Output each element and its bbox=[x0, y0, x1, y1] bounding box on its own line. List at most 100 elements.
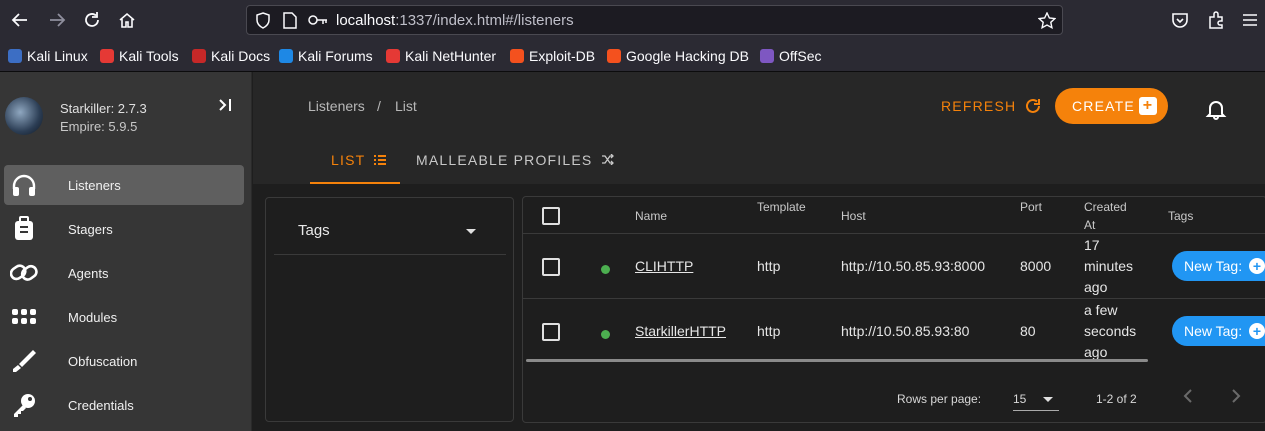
column-header-created-at[interactable]: Created At bbox=[1084, 198, 1134, 234]
bookmark-google-hacking-db[interactable]: Google Hacking DB bbox=[607, 48, 749, 64]
page-header: Listeners / List REFRESH CREATE + LIST M… bbox=[253, 72, 1265, 184]
listener-created-at: 17 minutes ago bbox=[1084, 237, 1134, 295]
table-row[interactable]: CLIHTTP http http://10.50.85.93:8000 800… bbox=[523, 233, 1265, 298]
bookmark-star-icon[interactable] bbox=[1037, 11, 1057, 34]
page-icon bbox=[283, 12, 297, 34]
sidebar: Starkiller: 2.7.3 Empire: 5.9.5 Listener… bbox=[0, 72, 252, 431]
listener-port: 80 bbox=[1020, 323, 1036, 339]
new-tag-button[interactable]: New Tag: + bbox=[1172, 251, 1265, 281]
tags-select[interactable]: Tags bbox=[274, 198, 506, 255]
caret-down-icon bbox=[1043, 397, 1053, 402]
plus-circle-icon: + bbox=[1249, 258, 1265, 274]
sidebar-item-credentials[interactable]: Credentials bbox=[4, 385, 244, 425]
luggage-icon bbox=[10, 215, 38, 243]
plus-box-icon: + bbox=[1139, 97, 1157, 115]
refresh-button[interactable]: REFRESH bbox=[941, 97, 1042, 115]
sidebar-item-modules[interactable]: Modules bbox=[4, 297, 244, 337]
main-content: Listeners / List REFRESH CREATE + LIST M… bbox=[253, 72, 1265, 431]
google-hacking-db-icon bbox=[607, 49, 621, 63]
row-checkbox[interactable] bbox=[542, 258, 560, 276]
table-row[interactable]: StarkillerHTTP http http://10.50.85.93:8… bbox=[523, 298, 1265, 363]
bookmark-kali-forums[interactable]: Kali Forums bbox=[279, 48, 373, 64]
sidebar-item-label: Obfuscation bbox=[68, 353, 138, 369]
extensions-icon[interactable] bbox=[1204, 8, 1228, 32]
url-text[interactable]: localhost:1337/index.html#/listeners bbox=[336, 12, 574, 29]
tab-list[interactable]: LIST bbox=[331, 152, 387, 168]
bookmark-exploit-db[interactable]: Exploit-DB bbox=[510, 48, 595, 64]
listener-name-link[interactable]: CLIHTTP bbox=[635, 256, 693, 277]
bookmarks-bar: Kali Linux Kali Tools Kali Docs Kali For… bbox=[0, 40, 1265, 72]
shuffle-icon bbox=[601, 152, 614, 168]
app-name: Starkiller: 2.7.3 bbox=[60, 101, 147, 116]
key-permission-icon[interactable] bbox=[308, 13, 328, 32]
horizontal-scrollbar[interactable] bbox=[526, 359, 1148, 362]
bookmark-kali-tools[interactable]: Kali Tools bbox=[100, 48, 179, 64]
back-arrow-icon[interactable] bbox=[8, 8, 32, 32]
notifications-bell-icon[interactable] bbox=[1205, 98, 1227, 125]
headphones-icon bbox=[10, 171, 38, 199]
avatar bbox=[5, 97, 43, 135]
breadcrumb-separator: / bbox=[377, 98, 381, 114]
rows-per-page-label: Rows per page: bbox=[897, 392, 982, 406]
sidebar-item-obfuscation[interactable]: Obfuscation bbox=[4, 341, 244, 381]
url-bar[interactable]: localhost:1337/index.html#/listeners bbox=[246, 5, 1063, 35]
column-header-template[interactable]: Template bbox=[757, 198, 806, 216]
menu-icon[interactable] bbox=[1238, 8, 1262, 32]
plus-circle-icon: + bbox=[1249, 323, 1265, 339]
column-header-port[interactable]: Port bbox=[1020, 198, 1042, 216]
create-button[interactable]: CREATE + bbox=[1055, 88, 1168, 124]
listener-host: http://10.50.85.93:8000 bbox=[841, 258, 986, 274]
tab-malleable-profiles[interactable]: MALLEABLE PROFILES bbox=[416, 152, 614, 168]
new-tag-button[interactable]: New Tag: + bbox=[1172, 316, 1265, 346]
next-page-icon[interactable] bbox=[1229, 387, 1243, 410]
link-icon bbox=[10, 259, 38, 287]
listeners-table: Name Template Host Port Created At Tags … bbox=[522, 196, 1265, 423]
brush-icon bbox=[10, 347, 38, 375]
bookmark-kali-nethunter[interactable]: Kali NetHunter bbox=[386, 48, 496, 64]
sidebar-item-label: Credentials bbox=[68, 397, 134, 413]
column-header-name[interactable]: Name bbox=[635, 207, 667, 225]
offsec-icon bbox=[760, 49, 774, 63]
reload-icon[interactable] bbox=[80, 8, 104, 32]
breadcrumb-list: List bbox=[395, 98, 417, 114]
active-tab-indicator bbox=[310, 182, 400, 184]
page-range: 1-2 of 2 bbox=[1096, 392, 1137, 406]
bookmark-kali-linux[interactable]: Kali Linux bbox=[8, 48, 88, 64]
home-icon[interactable] bbox=[115, 8, 139, 32]
kali-nethunter-icon bbox=[386, 49, 400, 63]
sidebar-item-listeners[interactable]: Listeners bbox=[4, 165, 244, 205]
sidebar-item-label: Agents bbox=[68, 265, 109, 281]
pocket-icon[interactable] bbox=[1168, 8, 1192, 32]
exploit-db-icon bbox=[510, 49, 524, 63]
listener-template: http bbox=[757, 258, 781, 274]
kali-docs-icon bbox=[192, 49, 206, 63]
empire-version: Empire: 5.9.5 bbox=[60, 119, 138, 134]
refresh-icon bbox=[1024, 97, 1042, 115]
tags-label: Tags bbox=[298, 222, 330, 239]
bookmark-offsec[interactable]: OffSec bbox=[760, 48, 822, 64]
sidebar-item-agents[interactable]: Agents bbox=[4, 253, 244, 293]
sidebar-item-label: Listeners bbox=[68, 177, 121, 193]
breadcrumb-listeners[interactable]: Listeners bbox=[308, 98, 365, 114]
create-label: CREATE bbox=[1072, 98, 1135, 114]
forward-arrow-icon[interactable] bbox=[45, 8, 69, 32]
collapse-sidebar-icon[interactable] bbox=[217, 97, 233, 118]
refresh-label: REFRESH bbox=[941, 98, 1017, 114]
kali-forums-icon bbox=[279, 49, 293, 63]
bookmark-kali-docs[interactable]: Kali Docs bbox=[192, 48, 270, 64]
listener-name-link[interactable]: StarkillerHTTP bbox=[635, 321, 726, 342]
sidebar-item-label: Modules bbox=[68, 309, 118, 325]
column-header-tags[interactable]: Tags bbox=[1168, 207, 1193, 225]
select-all-checkbox[interactable] bbox=[542, 207, 560, 225]
column-header-host[interactable]: Host bbox=[841, 207, 866, 225]
listener-host: http://10.50.85.93:80 bbox=[841, 323, 970, 339]
shield-icon[interactable] bbox=[255, 12, 271, 34]
prev-page-icon[interactable] bbox=[1181, 387, 1195, 410]
tags-filter-panel: Tags bbox=[265, 197, 514, 422]
rows-per-page-select[interactable]: 15 bbox=[1013, 387, 1059, 411]
browser-toolbar: localhost:1337/index.html#/listeners bbox=[0, 0, 1265, 40]
listener-created-at: a few seconds ago bbox=[1084, 302, 1137, 360]
sidebar-item-stagers[interactable]: Stagers bbox=[4, 209, 244, 249]
key-icon bbox=[10, 391, 38, 419]
row-checkbox[interactable] bbox=[542, 323, 560, 341]
